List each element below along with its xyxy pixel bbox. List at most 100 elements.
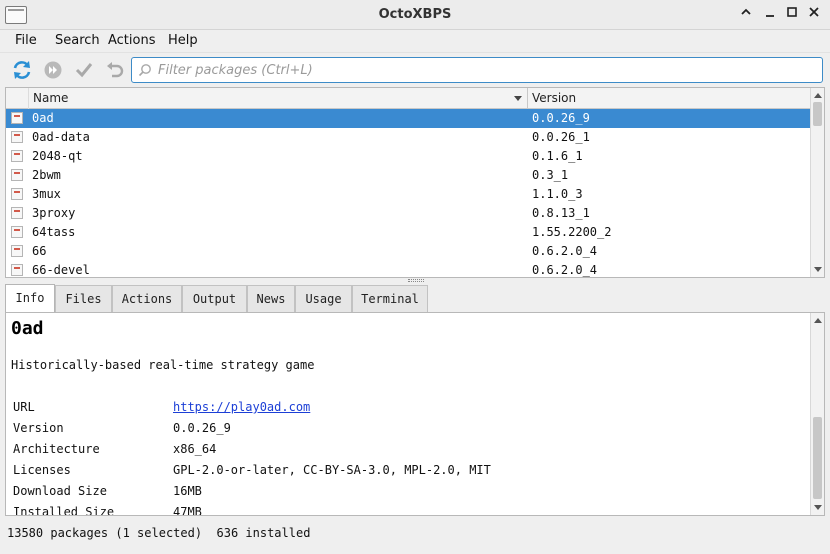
property-key: Download Size — [13, 484, 107, 498]
menu-file[interactable]: File — [15, 33, 37, 48]
tab-info[interactable]: Info — [5, 284, 55, 313]
property-value: 0.0.26_9 — [173, 421, 231, 435]
property-key: Installed Size — [13, 505, 115, 516]
info-pane: 0ad Historically-based real-time strateg… — [5, 312, 825, 516]
toolbar — [0, 52, 830, 85]
property-value: 16MB — [173, 484, 202, 498]
package-table: Name Version 0ad 0.0.26_9 0ad-data 0.0.2… — [5, 87, 825, 278]
table-row[interactable]: 3mux 1.1.0_3 — [6, 185, 811, 204]
pane-splitter-handle[interactable] — [408, 279, 424, 282]
package-icon — [11, 131, 23, 143]
package-title: 0ad — [11, 318, 44, 339]
rollback-icon — [107, 62, 124, 78]
property-url: URL https://play0ad.com — [13, 400, 803, 418]
title-bar: OctoXBPS — [0, 0, 830, 30]
info-pane-scrollbar[interactable] — [810, 313, 824, 515]
tab-files[interactable]: Files — [55, 285, 112, 312]
tab-usage[interactable]: Usage — [295, 285, 352, 312]
package-icon — [11, 226, 23, 238]
property-installed-size: Installed Size 47MB — [13, 505, 803, 516]
property-key: Licenses — [13, 463, 71, 477]
tab-actions[interactable]: Actions — [112, 285, 182, 312]
property-key: Architecture — [13, 442, 100, 456]
package-name: 3mux — [32, 187, 61, 201]
package-version: 0.8.13_1 — [532, 206, 590, 220]
package-name: 0ad — [32, 111, 54, 125]
shade-icon[interactable] — [736, 5, 756, 25]
scroll-thumb[interactable] — [813, 417, 822, 499]
package-table-scrollbar[interactable] — [810, 88, 824, 277]
minimize-icon[interactable] — [760, 5, 780, 25]
commit-button[interactable] — [72, 58, 96, 82]
sync-button[interactable] — [10, 58, 34, 82]
maximize-icon[interactable] — [782, 5, 802, 25]
sort-down-icon — [514, 96, 522, 101]
package-version: 1.1.0_3 — [532, 187, 583, 201]
menu-help[interactable]: Help — [168, 33, 198, 48]
package-version: 0.6.2.0_4 — [532, 263, 598, 277]
package-icon — [11, 245, 23, 257]
package-icon — [11, 150, 23, 162]
run-icon — [44, 61, 62, 79]
table-header: Name Version — [6, 88, 811, 109]
table-row[interactable]: 3proxy 0.8.13_1 — [6, 204, 811, 223]
package-description: Historically-based real-time strategy ga… — [11, 358, 315, 372]
table-row[interactable]: 66 0.6.2.0_4 — [6, 242, 811, 261]
column-header-name-label: Name — [33, 91, 69, 105]
table-row[interactable]: 64tass 1.55.2200_2 — [6, 223, 811, 242]
tab-terminal[interactable]: Terminal — [352, 285, 428, 312]
scroll-down-icon[interactable] — [814, 505, 822, 510]
package-icon — [11, 207, 23, 219]
property-download-size: Download Size 16MB — [13, 484, 803, 502]
table-row[interactable]: 2048-qt 0.1.6_1 — [6, 147, 811, 166]
status-text: 13580 packages (1 selected) 636 installe… — [7, 526, 311, 540]
menu-actions[interactable]: Actions — [108, 33, 156, 48]
package-icon — [11, 188, 23, 200]
package-name: 3proxy — [32, 206, 76, 220]
commit-icon — [75, 63, 93, 78]
property-licenses: Licenses GPL-2.0-or-later, CC-BY-SA-3.0,… — [13, 463, 803, 481]
table-row[interactable]: 66-devel 0.6.2.0_4 — [6, 261, 811, 277]
property-version: Version 0.0.26_9 — [13, 421, 803, 439]
menu-bar: File Search Actions Help — [0, 30, 830, 52]
package-name: 64tass — [32, 225, 76, 239]
scroll-up-icon[interactable] — [814, 93, 822, 98]
search-icon — [138, 64, 151, 77]
package-version: 0.1.6_1 — [532, 149, 583, 163]
column-header-version[interactable]: Version — [528, 88, 811, 109]
package-name: 66 — [32, 244, 47, 258]
scroll-up-icon[interactable] — [814, 318, 822, 323]
scroll-down-icon[interactable] — [814, 267, 822, 272]
sync-icon — [13, 61, 31, 79]
package-icon — [11, 264, 23, 276]
package-name: 2bwm — [32, 168, 61, 182]
window-title: OctoXBPS — [378, 7, 452, 22]
package-version: 0.0.26_9 — [532, 111, 590, 125]
search-box[interactable] — [131, 57, 823, 83]
package-version: 0.3_1 — [532, 168, 569, 182]
table-row[interactable]: 0ad 0.0.26_9 — [6, 109, 811, 128]
table-row[interactable]: 0ad-data 0.0.26_1 — [6, 128, 811, 147]
url-link[interactable]: https://play0ad.com — [173, 400, 310, 414]
package-icon — [11, 112, 23, 124]
tab-output[interactable]: Output — [182, 285, 247, 312]
property-key: Version — [13, 421, 64, 435]
scroll-thumb[interactable] — [813, 102, 822, 126]
column-header-name[interactable]: Name — [28, 88, 528, 109]
property-key: URL — [13, 400, 35, 414]
rollback-button[interactable] — [103, 58, 127, 82]
package-version: 0.6.2.0_4 — [532, 244, 598, 258]
menu-search[interactable]: Search — [55, 33, 100, 48]
search-input[interactable] — [158, 60, 808, 80]
property-architecture: Architecture x86_64 — [13, 442, 803, 460]
property-value: 47MB — [173, 505, 202, 516]
run-button[interactable] — [41, 58, 65, 82]
property-value: x86_64 — [173, 442, 217, 456]
table-row[interactable]: 2bwm 0.3_1 — [6, 166, 811, 185]
details-tabs: Info Files Actions Output News Usage Ter… — [5, 284, 825, 313]
package-version: 0.0.26_1 — [532, 130, 590, 144]
package-icon — [11, 169, 23, 181]
close-icon[interactable] — [804, 5, 824, 25]
property-value: GPL-2.0-or-later, CC-BY-SA-3.0, MPL-2.0,… — [173, 463, 491, 477]
tab-news[interactable]: News — [247, 285, 295, 312]
